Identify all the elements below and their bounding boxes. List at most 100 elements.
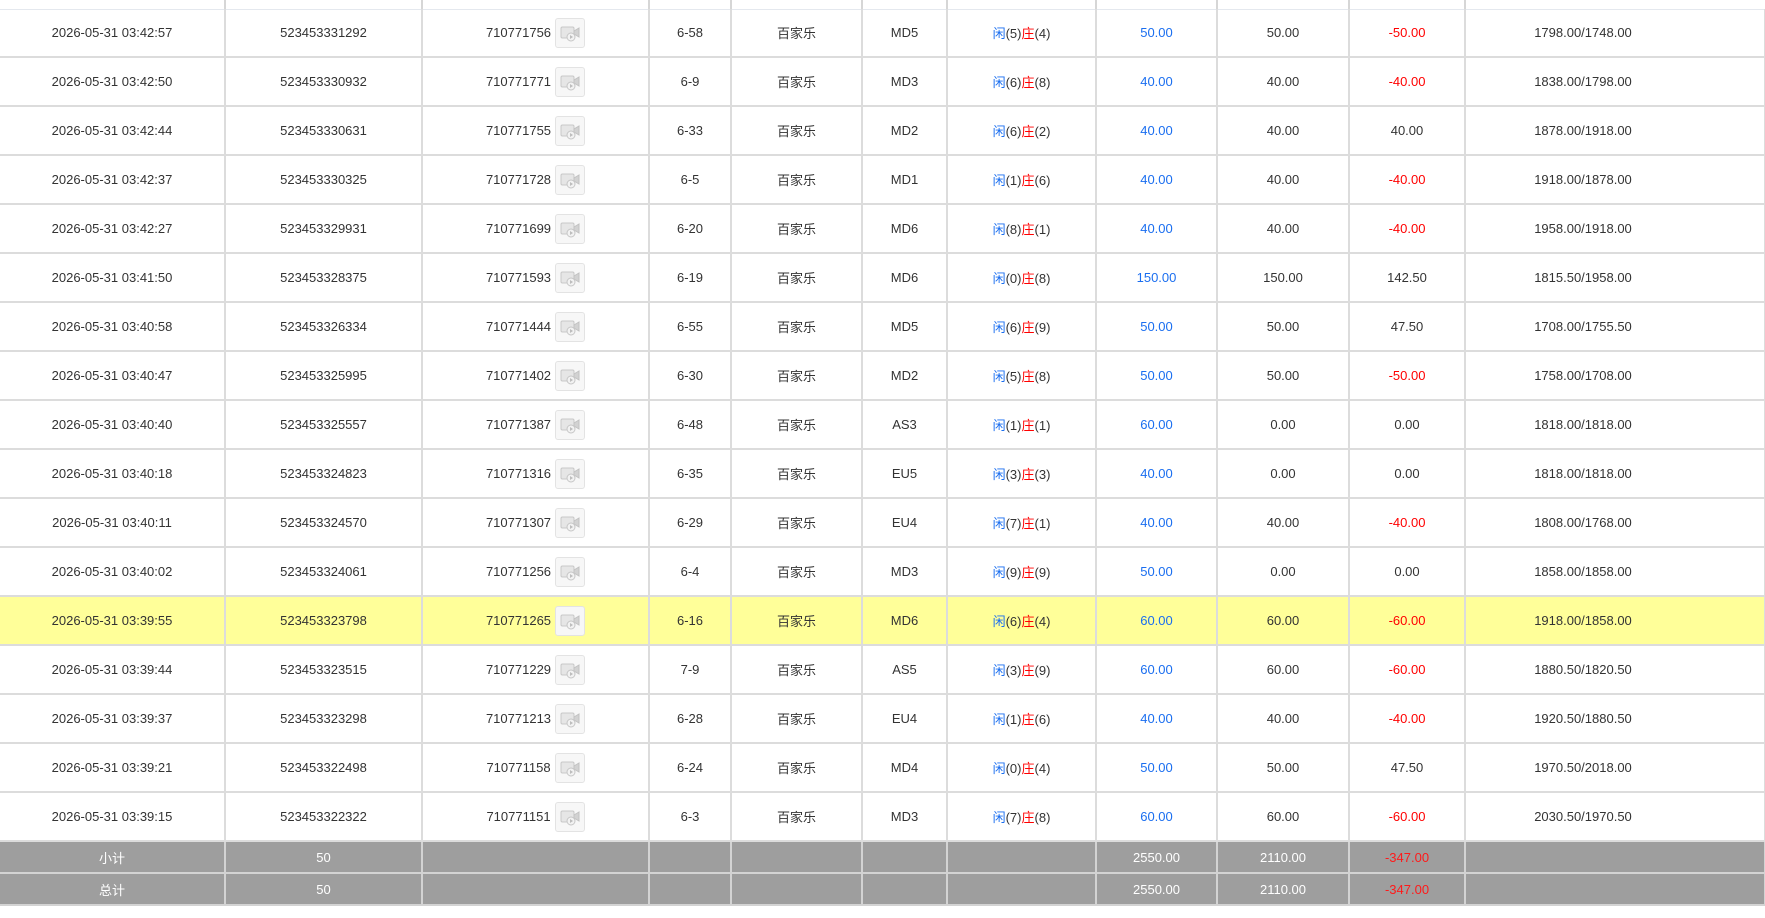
win-loss: 47.50 (1349, 302, 1466, 352)
replay-video-icon[interactable] (555, 654, 586, 685)
bet-number: 523453330631 (225, 106, 423, 156)
player-label: 闲 (992, 271, 1006, 286)
replay-video-icon[interactable] (555, 556, 586, 587)
replay-video-icon[interactable] (554, 752, 585, 783)
round-cell: 710771402 (422, 351, 650, 401)
divider (946, 0, 948, 9)
table-code: MD3 (862, 547, 948, 597)
banker-label: 庄 (1021, 369, 1035, 384)
valid-bet: 60.00 (1217, 596, 1350, 646)
divider (1216, 0, 1218, 9)
player-label: 闲 (992, 26, 1006, 41)
shoe-hand: 6-9 (649, 57, 732, 107)
shoe-hand: 6-16 (649, 596, 732, 646)
bet-number: 523453331292 (225, 9, 423, 58)
table-code: MD2 (862, 106, 948, 156)
banker-label: 庄 (1021, 761, 1035, 776)
banker-points: 6 (1038, 173, 1047, 188)
total-win: -347.00 (1349, 873, 1466, 906)
table-row: 2026-05-31 03:40:11 523453324570 710771307… (0, 498, 1765, 548)
table-row: 2026-05-31 03:39:15 523453322322 710771151… (0, 792, 1765, 842)
round-wrap: 710771402 (486, 360, 586, 391)
replay-video-icon[interactable] (555, 164, 586, 195)
table-row: 2026-05-31 03:42:27 523453329931 710771699… (0, 204, 1765, 254)
table-code: AS3 (862, 400, 948, 450)
banker-points: 4 (1038, 26, 1047, 41)
valid-bet: 40.00 (1217, 57, 1350, 107)
balance-before-after: 1815.50/1958.00 (1465, 253, 1765, 303)
shoe-hand: 6-30 (649, 351, 732, 401)
win-loss: 142.50 (1349, 253, 1466, 303)
player-points: 3 (1009, 663, 1018, 678)
round-wrap: 710771213 (486, 703, 586, 734)
balance-before-after: 1970.50/2018.00 (1465, 743, 1765, 793)
win-loss: -40.00 (1349, 498, 1466, 548)
round-cell: 710771771 (422, 57, 650, 107)
divider (421, 0, 423, 9)
game-type: 百家乐 (731, 645, 863, 695)
bet-amount: 40.00 (1096, 155, 1218, 205)
round-cell: 710771593 (422, 253, 650, 303)
bet-amount: 40.00 (1096, 449, 1218, 499)
result-cell: 闲(6)庄(9) (947, 302, 1097, 352)
game-type: 百家乐 (731, 547, 863, 597)
replay-video-icon[interactable] (555, 115, 586, 146)
valid-bet: 0.00 (1217, 547, 1350, 597)
replay-video-icon[interactable] (555, 703, 586, 734)
replay-video-icon[interactable] (555, 213, 586, 244)
banker-points: 4 (1038, 614, 1047, 629)
replay-video-icon[interactable] (555, 605, 586, 636)
player-label: 闲 (992, 418, 1006, 433)
empty-cell (731, 841, 863, 874)
replay-video-icon[interactable] (555, 458, 586, 489)
banker-points: 8 (1038, 369, 1047, 384)
replay-video-icon[interactable] (555, 507, 586, 538)
table-code: MD1 (862, 155, 948, 205)
banker-label: 庄 (1021, 222, 1035, 237)
round-number: 710771265 (485, 613, 552, 628)
result-cell: 闲(5)庄(8) (947, 351, 1097, 401)
bet-time: 2026-05-31 03:39:21 (0, 743, 226, 793)
table-row: 2026-05-31 03:42:44 523453330631 710771755… (0, 106, 1765, 156)
replay-video-icon[interactable] (555, 17, 586, 48)
result-cell: 闲(5)庄(4) (947, 9, 1097, 58)
bet-time: 2026-05-31 03:40:40 (0, 400, 226, 450)
replay-video-icon[interactable] (554, 801, 585, 832)
subtotal-win: -347.00 (1349, 841, 1466, 874)
banker-label: 庄 (1021, 26, 1035, 41)
shoe-hand: 6-33 (649, 106, 732, 156)
player-points: 9 (1009, 565, 1018, 580)
balance-before-after: 1918.00/1878.00 (1465, 155, 1765, 205)
divider (1464, 0, 1466, 9)
valid-bet: 50.00 (1217, 302, 1350, 352)
round-number: 710771728 (485, 172, 552, 187)
table-code: MD2 (862, 351, 948, 401)
empty-cell (422, 841, 650, 874)
result-cell: 闲(9)庄(9) (947, 547, 1097, 597)
bet-time: 2026-05-31 03:39:44 (0, 645, 226, 695)
banker-points: 8 (1038, 75, 1047, 90)
bet-history-body: 2026-05-31 03:42:57 523453331292 710771756… (0, 9, 1765, 842)
empty-cell (649, 873, 732, 906)
banker-points: 9 (1038, 663, 1047, 678)
replay-video-icon[interactable] (555, 409, 586, 440)
banker-points: 8 (1038, 810, 1047, 825)
player-points: 7 (1009, 810, 1018, 825)
table-code: EU4 (862, 694, 948, 744)
table-row: 2026-05-31 03:40:40 523453325557 710771387… (0, 400, 1765, 450)
banker-points: 8 (1038, 271, 1047, 286)
player-label: 闲 (992, 173, 1006, 188)
empty-cell (947, 873, 1097, 906)
balance-before-after: 1818.00/1818.00 (1465, 449, 1765, 499)
replay-video-icon[interactable] (555, 360, 586, 391)
valid-bet: 40.00 (1217, 498, 1350, 548)
valid-bet: 50.00 (1217, 743, 1350, 793)
round-number: 710771771 (485, 74, 552, 89)
replay-video-icon[interactable] (555, 262, 586, 293)
round-cell: 710771265 (422, 596, 650, 646)
replay-video-icon[interactable] (555, 66, 586, 97)
win-loss: -40.00 (1349, 204, 1466, 254)
round-cell: 710771316 (422, 449, 650, 499)
round-number: 710771756 (485, 25, 552, 40)
replay-video-icon[interactable] (555, 311, 586, 342)
